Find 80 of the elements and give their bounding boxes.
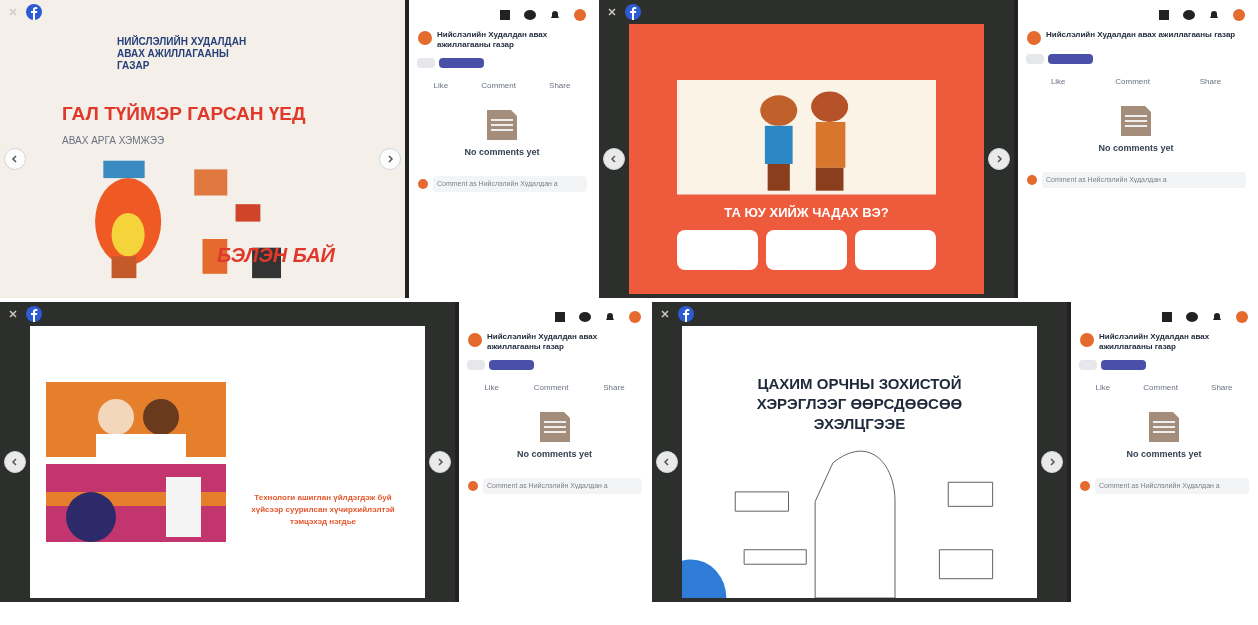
- page-name[interactable]: Нийслэлийн Худалдан авах ажиллагааны газар: [1099, 332, 1249, 352]
- poster-title: ЦАХИМ ОРЧНЫ ЗОХИСТОЙ ХЭРЭГЛЭЭГ ӨӨРСДӨӨСӨӨ ЭХЭЛЦГЭЭЕ: [755, 374, 964, 434]
- user-avatar-icon: [1079, 479, 1091, 492]
- facebook-logo-icon[interactable]: [26, 4, 42, 20]
- chevron-right-icon: [994, 154, 1004, 164]
- messenger-icon[interactable]: [578, 311, 592, 323]
- profile-icon[interactable]: [1232, 8, 1246, 22]
- profile-icon[interactable]: [628, 310, 642, 324]
- grid-icon[interactable]: [1158, 9, 1170, 21]
- post-action[interactable]: Like: [484, 382, 500, 394]
- page-avatar-icon[interactable]: [1026, 30, 1042, 46]
- poster-subtitle: АВАХ АРГА ХЭМЖЭЭ: [62, 133, 166, 148]
- previous-button[interactable]: [656, 451, 678, 473]
- chevron-right-icon: [1047, 457, 1057, 467]
- previous-button[interactable]: [603, 148, 625, 170]
- close-icon[interactable]: [660, 309, 670, 319]
- poster-title: ГАЛ ТҮЙМЭР ГАРСАН ҮЕД: [62, 102, 307, 126]
- post-action[interactable]: Comment: [533, 382, 569, 394]
- post-action[interactable]: Share: [1199, 76, 1222, 88]
- post-action[interactable]: Like: [1095, 382, 1111, 394]
- messenger-icon[interactable]: [1182, 9, 1196, 21]
- bell-icon[interactable]: [1208, 9, 1220, 21]
- follow-button[interactable]: [439, 58, 484, 68]
- user-avatar-icon: [1026, 173, 1038, 186]
- post-action[interactable]: Share: [603, 382, 625, 394]
- messenger-icon[interactable]: [1185, 311, 1199, 323]
- user-avatar-icon: [417, 177, 429, 190]
- facebook-logo-icon[interactable]: [678, 306, 694, 322]
- post-action[interactable]: Share: [549, 80, 571, 92]
- follow-button[interactable]: [1048, 54, 1093, 64]
- document-icon: [1119, 104, 1153, 138]
- bell-icon[interactable]: [604, 311, 616, 323]
- page-name[interactable]: Нийслэлийн Худалдан авах ажиллагааны газар: [437, 30, 587, 50]
- grid-icon[interactable]: [1161, 311, 1173, 323]
- facebook-logo-icon[interactable]: [625, 4, 641, 20]
- page-avatar-icon[interactable]: [417, 30, 433, 46]
- post-action[interactable]: Comment: [1115, 76, 1150, 88]
- post-action[interactable]: Like: [1050, 76, 1066, 88]
- document-icon: [485, 108, 519, 142]
- chevron-left-icon: [10, 457, 20, 467]
- messenger-icon[interactable]: [523, 9, 537, 21]
- page-avatar-icon[interactable]: [1079, 332, 1095, 348]
- chevron-left-icon: [609, 154, 619, 164]
- chevron-right-icon: [435, 457, 445, 467]
- chevron-left-icon: [662, 457, 672, 467]
- page-name[interactable]: Нийслэлийн Худалдан авах ажиллагааны газар: [1046, 30, 1236, 40]
- follow-button[interactable]: [489, 360, 534, 370]
- poster-question: ТА ЮУ ХИЙЖ ЧАДАХ ВЭ?: [724, 203, 889, 222]
- chevron-right-icon: [385, 154, 395, 164]
- page-name[interactable]: Нийслэлийн Худалдан авах ажиллагааны газар: [487, 332, 642, 352]
- poster-footer: Технологи ашиглан үйлдэгдэж буй хүйсээр суурилсан хүчирхийлэлтэй тэмцэхэд нэгдье: [238, 492, 408, 528]
- next-button[interactable]: [1041, 451, 1063, 473]
- chevron-left-icon: [10, 154, 20, 164]
- post-action[interactable]: Like: [433, 80, 449, 92]
- bell-icon[interactable]: [549, 9, 561, 21]
- next-button[interactable]: [429, 451, 451, 473]
- empty-comments-text: No comments yet: [517, 448, 592, 461]
- previous-button[interactable]: [4, 451, 26, 473]
- empty-comments-text: No comments yet: [1098, 142, 1174, 155]
- grid-icon[interactable]: [554, 311, 566, 323]
- user-avatar-icon: [467, 479, 479, 492]
- document-icon: [537, 410, 572, 444]
- post-action[interactable]: Comment: [481, 80, 516, 92]
- close-icon[interactable]: [8, 309, 18, 319]
- follow-button[interactable]: [1101, 360, 1146, 370]
- document-icon: [1147, 410, 1181, 444]
- empty-comments-text: No comments yet: [464, 146, 540, 159]
- post-action[interactable]: Comment: [1143, 382, 1178, 394]
- organization-name: НИЙСЛЭЛИЙН ХУДАЛДАН АВАХ АЖИЛЛАГААНЫ ГАЗАР: [117, 36, 247, 72]
- grid-icon[interactable]: [499, 9, 511, 21]
- facebook-logo-icon[interactable]: [26, 306, 42, 322]
- close-icon[interactable]: [607, 7, 617, 17]
- post-action[interactable]: Share: [1211, 382, 1233, 394]
- profile-icon[interactable]: [573, 8, 587, 22]
- bell-icon[interactable]: [1211, 311, 1223, 323]
- next-button[interactable]: [988, 148, 1010, 170]
- page-avatar-icon[interactable]: [467, 332, 483, 348]
- empty-comments-text: No comments yet: [1126, 448, 1202, 461]
- slogan: БЭЛЭН БАЙ: [217, 243, 335, 268]
- profile-icon[interactable]: [1235, 310, 1249, 324]
